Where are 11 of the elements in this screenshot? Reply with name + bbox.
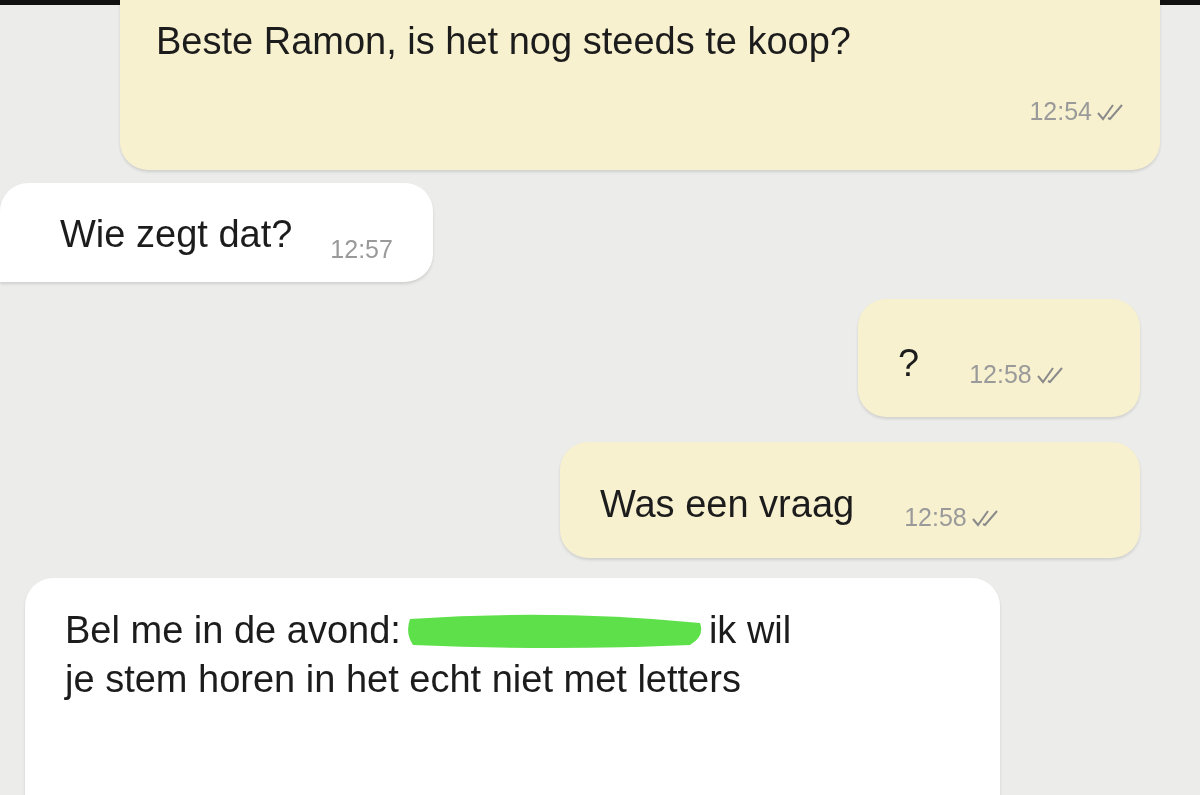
message-text: Wie zegt dat? xyxy=(60,213,293,256)
message-text: ? xyxy=(898,342,920,385)
message-time: 12:58 xyxy=(969,360,1032,389)
message-text: je stem horen in het echt niet met letters xyxy=(65,657,741,703)
message-text: Bel me in de avond: xyxy=(65,608,401,653)
message-text: Beste Ramon, is het nog steeds te koop? xyxy=(156,20,852,63)
message-time: 12:58 xyxy=(904,503,967,532)
message-time: 12:54 xyxy=(1029,97,1092,126)
message-text: Was een vraag xyxy=(600,483,855,526)
message-text: ik wil xyxy=(708,608,792,653)
message-time: 12:57 xyxy=(330,235,393,264)
